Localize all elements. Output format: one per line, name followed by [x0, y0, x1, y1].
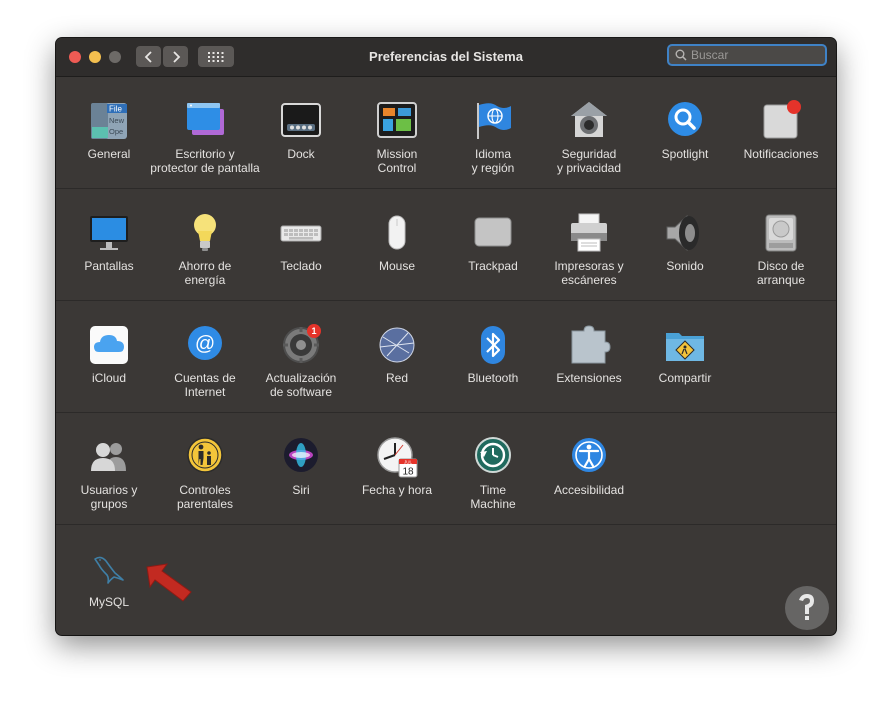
pane-mysql[interactable]: MySQL: [61, 525, 157, 635]
users-groups-icon: [91, 443, 126, 471]
pane-energy-saver[interactable]: Ahorro de energía: [157, 189, 253, 301]
update-badge-count: 1: [311, 326, 316, 336]
energy-saver-icon: [194, 214, 216, 251]
pane-label: Compartir: [658, 371, 712, 385]
svg-text:Ope: Ope: [109, 127, 123, 136]
pane-notifications[interactable]: Notificaciones: [733, 77, 829, 189]
preferences-row-4: Usuarios y grupos Controles parentales S…: [56, 412, 836, 525]
pane-date-time[interactable]: JUL 18 Fecha y hora: [349, 413, 445, 525]
bluetooth-icon: [481, 326, 505, 364]
pane-users-groups[interactable]: Usuarios y grupos: [61, 413, 157, 525]
pane-mission-control[interactable]: Mission Control: [349, 77, 445, 189]
svg-text:File: File: [109, 105, 122, 114]
pane-spotlight[interactable]: Spotlight: [637, 77, 733, 189]
pane-general[interactable]: File New Ope General: [61, 77, 157, 189]
parental-controls-icon: [187, 437, 223, 473]
pane-sound[interactable]: Sonido: [637, 189, 733, 301]
pane-startup-disk[interactable]: Disco de arranque: [733, 189, 829, 301]
pane-internet-accounts[interactable]: @ Cuentas de Internet: [157, 301, 253, 413]
title-bar: Preferencias del Sistema: [56, 38, 836, 77]
network-icon: [379, 327, 415, 363]
pane-trackpad[interactable]: Trackpad: [445, 189, 541, 301]
search-input[interactable]: [691, 47, 821, 63]
mysql-icon: [94, 556, 124, 584]
pane-icloud[interactable]: iCloud: [61, 301, 157, 413]
sound-icon: [666, 214, 699, 252]
pane-bluetooth[interactable]: Bluetooth: [445, 301, 541, 413]
spotlight-icon: [668, 102, 702, 136]
startup-disk-icon: [765, 214, 797, 252]
preferences-row-1: File New Ope General Escritorio y protec…: [56, 77, 836, 189]
calendar-day: 18: [402, 467, 414, 478]
pane-parental-controls[interactable]: Controles parentales: [157, 413, 253, 525]
svg-text:New: New: [109, 116, 125, 125]
keyboard-icon: [280, 225, 322, 242]
pane-dock[interactable]: Dock: [253, 77, 349, 189]
general-icon: File New Ope: [91, 103, 127, 139]
search-field[interactable]: [667, 44, 827, 66]
siri-icon: [284, 438, 318, 472]
notifications-icon: [763, 100, 801, 139]
pane-software-update[interactable]: 1 Actualización de software: [253, 301, 349, 413]
pane-label: Disco de arranque: [756, 259, 806, 287]
system-preferences-window: Preferencias del Sistema File New Ope Ge…: [56, 38, 836, 635]
language-region-icon: [477, 103, 511, 139]
watermark-logo-icon: [785, 586, 829, 630]
mouse-icon: [388, 215, 406, 250]
pane-security-privacy[interactable]: Seguridad y privacidad: [541, 77, 637, 189]
dock-icon: [281, 103, 321, 137]
calendar-month: JUL: [404, 460, 412, 465]
extensions-icon: [571, 325, 611, 364]
trackpad-icon: [474, 217, 512, 247]
accessibility-icon: [572, 438, 606, 472]
pane-accessibility[interactable]: Accesibilidad: [541, 413, 637, 525]
pane-extensions[interactable]: Extensiones: [541, 301, 637, 413]
date-time-icon: JUL 18: [377, 437, 418, 478]
pane-language-region[interactable]: Idioma y región: [445, 77, 541, 189]
security-privacy-icon: [571, 102, 607, 137]
pane-network[interactable]: Red: [349, 301, 445, 413]
software-update-icon: 1: [283, 324, 321, 363]
printers-scanners-icon: [571, 213, 607, 252]
pane-mouse[interactable]: Mouse: [349, 189, 445, 301]
pane-sharing[interactable]: Compartir: [637, 301, 733, 413]
preferences-row-2: Pantallas Ahorro de energía Teclado Mous…: [56, 188, 836, 301]
red-arrow-annotation: [146, 563, 192, 602]
mission-control-icon: [377, 102, 417, 138]
pane-desktop-screensaver[interactable]: Escritorio y protector de pantalla: [150, 77, 260, 189]
time-machine-icon: [475, 437, 511, 473]
preferences-row-3: iCloud @ Cuentas de Internet 1 Actualiza…: [56, 300, 836, 413]
pane-siri[interactable]: Siri: [253, 413, 349, 525]
pane-time-machine[interactable]: Time Machine: [445, 413, 541, 525]
sharing-icon: [666, 333, 704, 361]
pane-printers-scanners[interactable]: Impresoras y escáneres: [541, 189, 637, 301]
internet-accounts-icon: @: [188, 326, 222, 360]
pane-label: Accesibilidad: [553, 483, 625, 497]
pane-displays[interactable]: Pantallas: [61, 189, 157, 301]
pane-keyboard[interactable]: Teclado: [253, 189, 349, 301]
search-icon: [675, 49, 687, 61]
svg-text:@: @: [195, 333, 215, 355]
icloud-icon: [90, 326, 128, 364]
desktop-screensaver-icon: [187, 103, 224, 135]
displays-icon: [90, 216, 128, 250]
pane-label: Notificaciones: [743, 147, 819, 161]
